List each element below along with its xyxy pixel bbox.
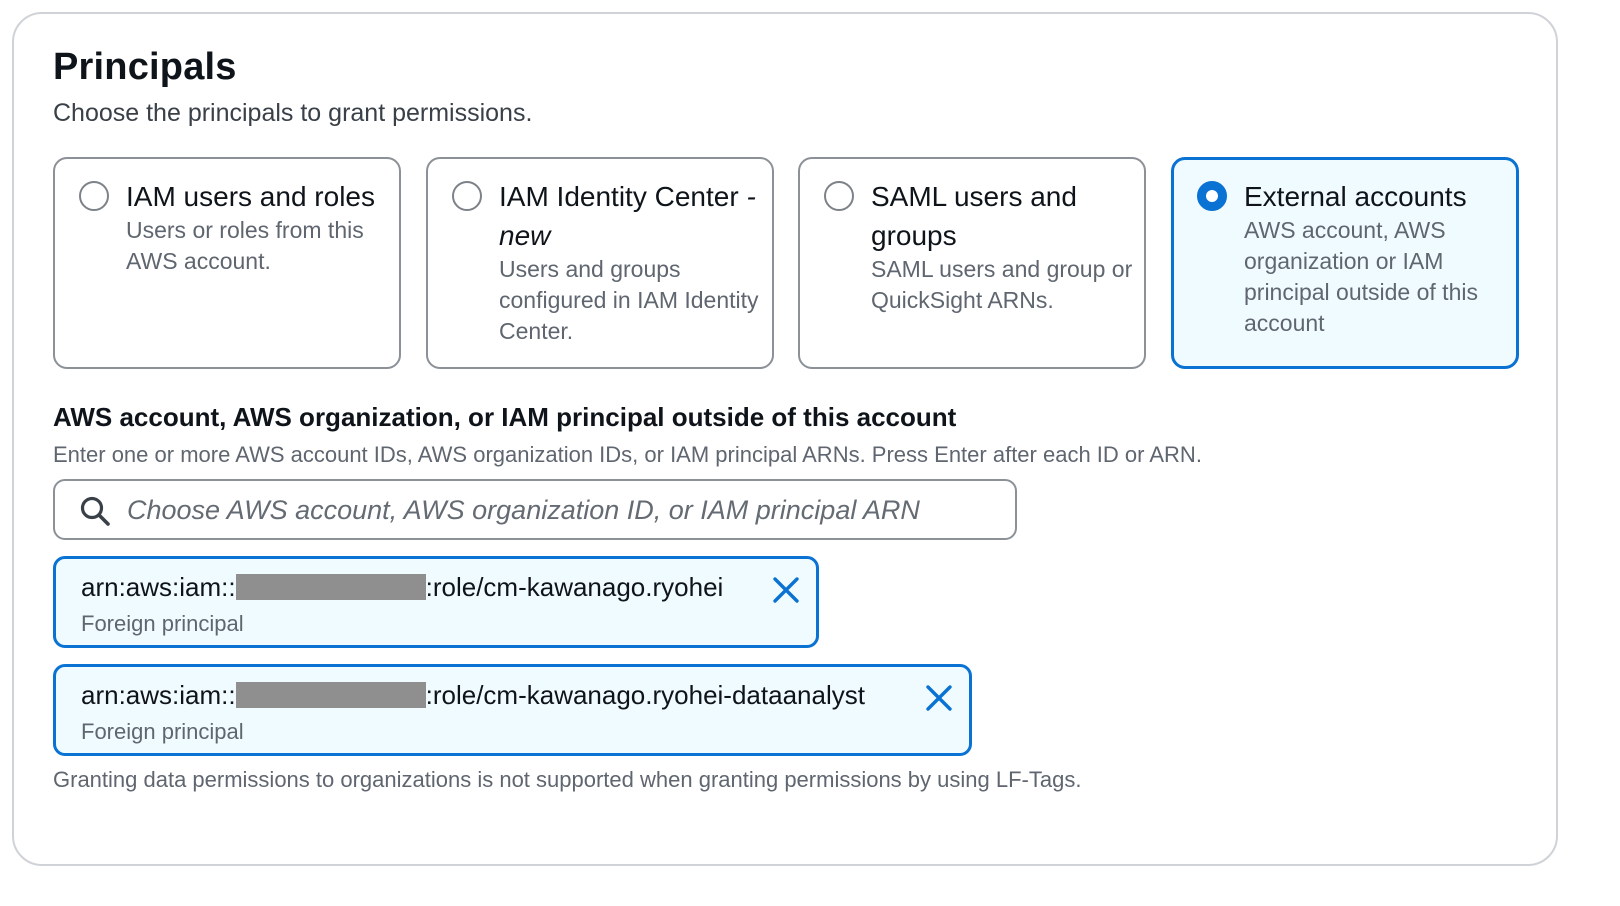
constraint-text: Granting data permissions to organizatio… xyxy=(53,767,1082,792)
tile-label: External accounts xyxy=(1244,181,1467,212)
tile-label: IAM users and roles xyxy=(126,181,375,212)
search-icon xyxy=(80,496,110,526)
radio-iam-users-and-roles[interactable] xyxy=(79,181,109,211)
token-type: Foreign principal xyxy=(81,611,244,636)
tile-iam-users-and-roles[interactable]: IAM users and roles Users or roles from … xyxy=(53,157,401,369)
tile-label: IAM Identity Center - new xyxy=(499,181,756,251)
remove-token-button[interactable] xyxy=(922,681,956,715)
tile-description: AWS account, AWS organization or IAM pri… xyxy=(1244,217,1478,336)
radio-iam-identity-center[interactable] xyxy=(452,181,482,211)
tile-description: Users or roles from this AWS account. xyxy=(126,217,364,274)
external-field-description: Enter one or more AWS account IDs, AWS o… xyxy=(53,442,1202,467)
section-title: Principals xyxy=(53,46,237,88)
principal-search-input[interactable] xyxy=(125,489,1009,531)
remove-token-button[interactable] xyxy=(769,573,803,607)
tile-description: Users and groups configured in IAM Ident… xyxy=(499,256,759,344)
radio-saml-users-and-groups[interactable] xyxy=(824,181,854,211)
principal-token: arn:aws:iam:::role/cm-kawanago.ryohei Fo… xyxy=(53,556,819,648)
tile-label: SAML users and groups xyxy=(871,181,1077,251)
section-description: Choose the principals to grant permissio… xyxy=(53,99,533,127)
principal-token: arn:aws:iam:::role/cm-kawanago.ryohei-da… xyxy=(53,664,972,756)
tile-external-accounts[interactable]: External accounts AWS account, AWS organ… xyxy=(1171,157,1519,369)
tile-saml-users-and-groups[interactable]: SAML users and groups SAML users and gro… xyxy=(798,157,1146,369)
close-icon xyxy=(926,685,952,711)
principal-search[interactable] xyxy=(53,479,1017,540)
tile-iam-identity-center[interactable]: IAM Identity Center - new Users and grou… xyxy=(426,157,774,369)
token-arn: arn:aws:iam:::role/cm-kawanago.ryohei xyxy=(81,572,724,602)
token-arn: arn:aws:iam:::role/cm-kawanago.ryohei-da… xyxy=(81,680,865,710)
redacted-account-id xyxy=(235,682,426,708)
external-field-label: AWS account, AWS organization, or IAM pr… xyxy=(53,402,957,432)
close-icon xyxy=(773,577,799,603)
radio-external-accounts[interactable] xyxy=(1197,181,1227,211)
redacted-account-id xyxy=(235,574,426,600)
token-type: Foreign principal xyxy=(81,719,244,744)
tile-description: SAML users and group or QuickSight ARNs. xyxy=(871,256,1133,313)
